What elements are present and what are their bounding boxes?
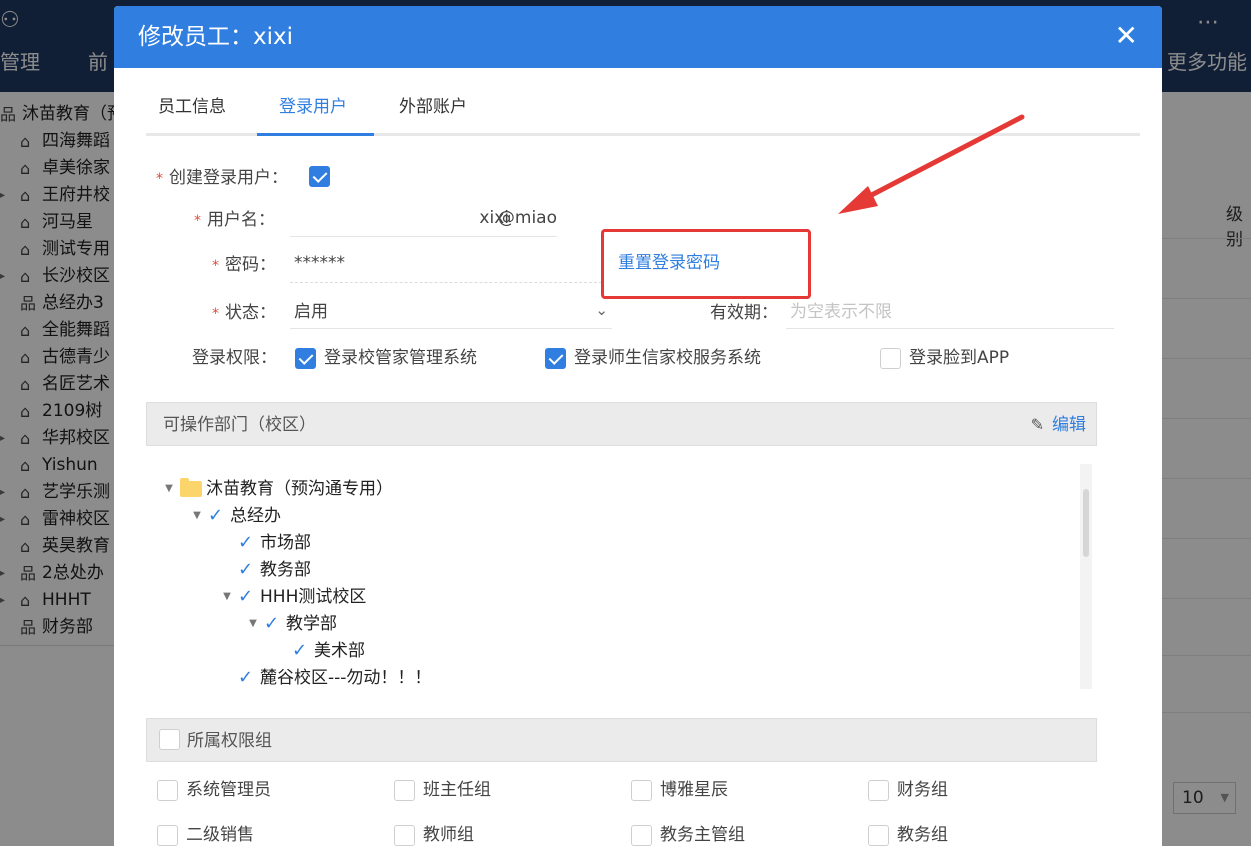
- username-field[interactable]: xixi @miao: [294, 205, 557, 235]
- create-login-checkbox[interactable]: [309, 166, 330, 187]
- tree-node[interactable]: ▼ ✓ HHH测试校区: [216, 584, 366, 610]
- role-item[interactable]: 博雅星辰: [631, 777, 728, 803]
- close-icon[interactable]: ✕: [1115, 20, 1138, 52]
- required-mark: *: [212, 306, 219, 322]
- pencil-icon: ✎: [1030, 415, 1044, 434]
- role-item[interactable]: 系统管理员: [157, 777, 271, 803]
- check-icon: ✓: [238, 532, 254, 553]
- perm-face-app[interactable]: 登录脸到APP: [880, 345, 1009, 371]
- role-checkbox[interactable]: [868, 824, 889, 846]
- roles-section-header: 所属权限组: [146, 718, 1097, 762]
- tree-scrollbar[interactable]: [1080, 464, 1092, 689]
- folder-icon: [180, 478, 202, 497]
- collapse-arrow-icon[interactable]: ▼: [216, 584, 238, 610]
- tree-node[interactable]: ▼ ✓ 教学部: [242, 611, 337, 637]
- check-icon: ✓: [264, 613, 280, 634]
- password-field[interactable]: ******: [294, 250, 604, 280]
- validity-label: 有效期：: [710, 303, 778, 323]
- annotation-highlight-box: [601, 229, 811, 299]
- required-mark: *: [156, 171, 163, 187]
- tree-node[interactable]: ✓ 麓谷校区---勿动！！！: [238, 665, 431, 691]
- check-icon: ✓: [292, 640, 308, 661]
- perm-family-service[interactable]: 登录师生信家校服务系统: [545, 345, 761, 371]
- validity-input[interactable]: 为空表示不限: [790, 299, 1110, 329]
- tab-bar: 员工信息 登录用户 外部账户: [146, 68, 1140, 136]
- departments-section-header: 可操作部门（校区） ✎ 编辑: [146, 402, 1097, 446]
- collapse-arrow-icon[interactable]: ▼: [158, 476, 180, 502]
- check-icon: ✓: [238, 559, 254, 580]
- select-all-roles-checkbox[interactable]: [159, 729, 180, 750]
- required-mark: *: [194, 213, 201, 229]
- login-perms-label: 登录权限：: [192, 348, 277, 368]
- status-select[interactable]: 启用 ⌄: [294, 299, 612, 329]
- tab-login-user[interactable]: 登录用户: [279, 94, 347, 120]
- field-underline: [290, 282, 602, 283]
- departments-title: 可操作部门（校区）: [163, 415, 316, 435]
- collapse-arrow-icon[interactable]: ▼: [242, 611, 264, 637]
- required-mark: *: [212, 258, 219, 274]
- tab-employee-info[interactable]: 员工信息: [158, 94, 226, 120]
- field-underline: [786, 328, 1114, 329]
- role-item[interactable]: 财务组: [868, 777, 948, 803]
- status-label: * 状态：: [212, 303, 276, 323]
- roles-title: 所属权限组: [187, 731, 272, 751]
- modal-header: 修改员工：xixi ✕: [114, 6, 1162, 68]
- role-checkbox[interactable]: [631, 779, 652, 801]
- role-item[interactable]: 二级销售: [157, 822, 254, 846]
- tree-node[interactable]: ✓ 教务部: [238, 557, 311, 583]
- check-icon: ✓: [238, 667, 254, 688]
- role-checkbox[interactable]: [394, 779, 415, 801]
- field-underline: [290, 328, 612, 329]
- password-label: * 密码：: [212, 255, 276, 275]
- modal-title: 修改员工：xixi: [138, 24, 294, 50]
- tab-external-account[interactable]: 外部账户: [399, 94, 467, 120]
- role-checkbox[interactable]: [868, 779, 889, 801]
- role-item[interactable]: 教务组: [868, 822, 948, 846]
- field-underline: [290, 236, 557, 237]
- role-checkbox[interactable]: [157, 779, 178, 801]
- perm-checkbox[interactable]: [880, 347, 901, 369]
- perm-checkbox[interactable]: [295, 347, 316, 369]
- username-label: * 用户名：: [194, 210, 275, 230]
- edit-departments-button[interactable]: ✎ 编辑: [1031, 412, 1086, 438]
- department-tree: ▼ 沐苗教育（预沟通专用） ▼ ✓ 总经办 ✓ 市场部 ✓ 教务部 ▼ ✓ HHH测试校区 ▼…: [146, 464, 1097, 689]
- tree-node[interactable]: ▼ 沐苗教育（预沟通专用）: [158, 476, 393, 502]
- check-icon: ✓: [208, 505, 224, 526]
- perm-manage-system[interactable]: 登录校管家管理系统: [295, 345, 477, 371]
- active-tab-indicator: [257, 133, 374, 136]
- role-item[interactable]: 教师组: [394, 822, 474, 846]
- create-login-label: * 创建登录用户：: [156, 168, 288, 188]
- role-item[interactable]: 班主任组: [394, 777, 491, 803]
- collapse-arrow-icon[interactable]: ▼: [186, 503, 208, 529]
- role-checkbox[interactable]: [394, 824, 415, 846]
- tree-node[interactable]: ✓ 市场部: [238, 530, 311, 556]
- check-icon: ✓: [238, 586, 254, 607]
- role-checkbox[interactable]: [631, 824, 652, 846]
- edit-employee-modal: 修改员工：xixi ✕ 员工信息 登录用户 外部账户 * 创建登录用户： * 用户名…: [114, 6, 1162, 846]
- tree-node[interactable]: ✓ 美术部: [292, 638, 365, 664]
- tree-node[interactable]: ▼ ✓ 总经办: [186, 503, 281, 529]
- role-checkbox[interactable]: [157, 824, 178, 846]
- scrollbar-thumb[interactable]: [1083, 489, 1089, 557]
- username-suffix: @miao: [497, 208, 557, 228]
- role-item[interactable]: 教务主管组: [631, 822, 745, 846]
- chevron-down-icon: ⌄: [595, 301, 608, 319]
- perm-checkbox[interactable]: [545, 347, 566, 369]
